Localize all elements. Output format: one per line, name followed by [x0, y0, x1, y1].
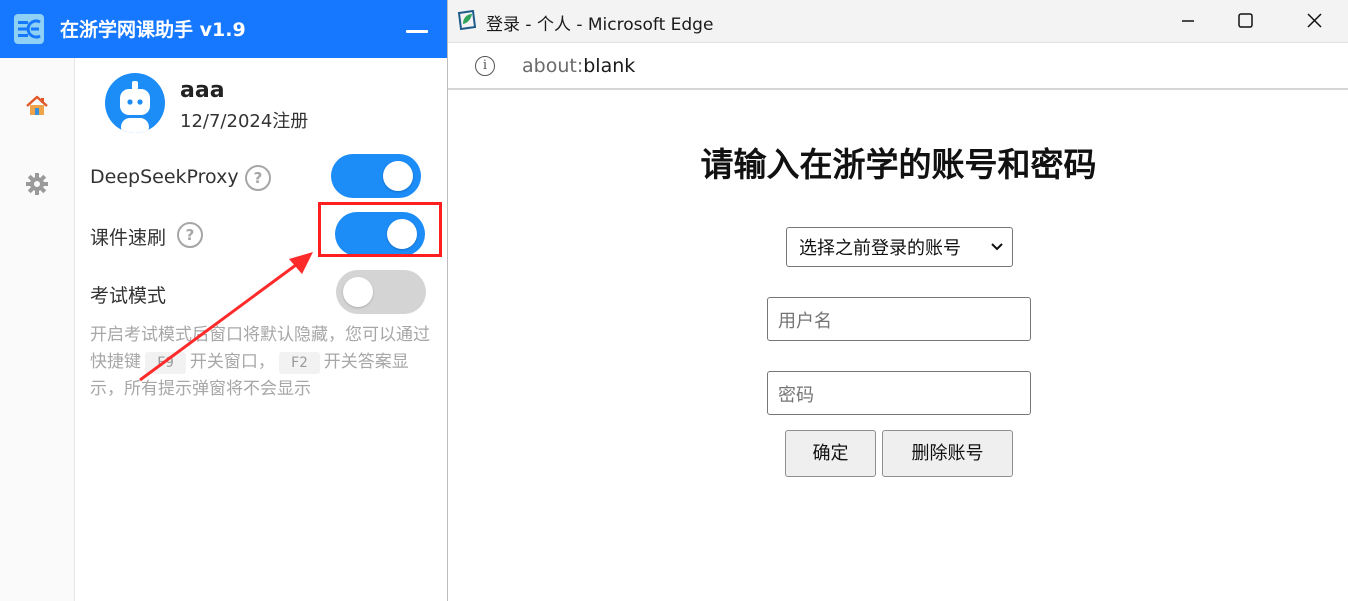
option-label-deepseekproxy: DeepSeekProxy: [90, 166, 239, 188]
note-text: 开关窗口，: [189, 352, 275, 372]
home-icon[interactable]: [24, 93, 50, 119]
deepseekproxy-toggle[interactable]: [331, 154, 421, 198]
help-icon[interactable]: ?: [177, 222, 203, 248]
chevron-down-icon: [991, 243, 1003, 251]
browser-title: 登录 - 个人 - Microsoft Edge: [486, 15, 714, 35]
login-heading: 请输入在浙学的账号和密码: [700, 145, 1097, 184]
url-path: blank: [583, 55, 636, 77]
previous-account-select[interactable]: 选择之前登录的账号: [786, 227, 1013, 267]
gear-icon[interactable]: [24, 171, 50, 197]
info-icon[interactable]: i: [475, 56, 495, 76]
window-maximize-button[interactable]: [1216, 0, 1274, 42]
hotkey-f2: F2: [278, 352, 320, 374]
edge-browser-window: 登录 - 个人 - Microsoft Edge i about:blank 请…: [447, 0, 1348, 601]
select-label: 选择之前登录的账号: [799, 238, 961, 259]
app-titlebar: 在浙学网课助手 v1.9: [0, 0, 447, 58]
helper-app-window: 在浙学网课助手 v1.9 aaa 12/7/2024注册 DeepSeekPro…: [0, 0, 447, 601]
user-name: aaa: [180, 78, 225, 103]
exam-mode-toggle[interactable]: [336, 270, 426, 314]
app-sidebar: [0, 58, 75, 601]
option-label-courseware-rush: 课件速刷: [90, 227, 167, 249]
confirm-button[interactable]: 确定: [785, 430, 876, 477]
exam-mode-note: 开启考试模式后窗口将默认隐藏，您可以通过快捷键 F9 开关窗口， F2 开关答案显示，所…: [90, 322, 436, 403]
toggle-knob: [383, 161, 413, 191]
minimize-button[interactable]: [404, 18, 430, 42]
delete-account-button[interactable]: 删除账号: [882, 430, 1013, 477]
password-input[interactable]: 密码: [767, 371, 1031, 415]
app-logo-icon: [14, 14, 44, 44]
address-bar[interactable]: i about:blank: [448, 42, 1348, 90]
toggle-knob: [343, 277, 373, 307]
edge-icon: [456, 9, 478, 31]
hotkey-f9: F9: [145, 352, 186, 374]
window-close-button[interactable]: [1286, 0, 1344, 42]
app-title: 在浙学网课助手 v1.9: [60, 19, 246, 41]
registration-date: 12/7/2024注册: [180, 111, 309, 132]
url-scheme: about:: [522, 55, 584, 77]
username-input[interactable]: 用户名: [767, 297, 1031, 341]
help-icon[interactable]: ?: [245, 165, 271, 191]
window-minimize-button[interactable]: [1158, 0, 1216, 42]
option-label-exam-mode: 考试模式: [90, 285, 167, 307]
highlight-annotation-box: [318, 202, 442, 257]
avatar: [105, 73, 165, 133]
browser-titlebar: 登录 - 个人 - Microsoft Edge: [448, 0, 1348, 42]
url-text[interactable]: about:blank: [522, 55, 635, 77]
